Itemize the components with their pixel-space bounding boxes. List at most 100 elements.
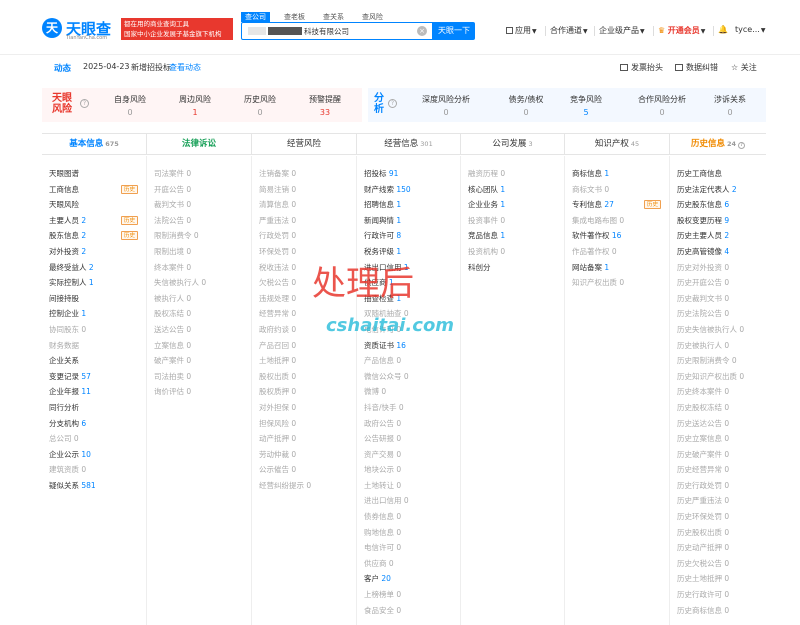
list-item[interactable]: 竞品信息 1 bbox=[461, 228, 564, 244]
list-item[interactable]: 担保风险 0 bbox=[252, 416, 356, 432]
list-item[interactable]: 历史高管镜像 4 bbox=[670, 244, 766, 260]
list-item[interactable]: 股权质押 0 bbox=[252, 384, 356, 400]
list-item[interactable]: 主要人员 2 历史 bbox=[42, 213, 146, 229]
list-item[interactable]: 历史立案信息 0 bbox=[670, 431, 766, 447]
list-item[interactable]: 司法拍卖 0 bbox=[147, 369, 251, 385]
search-button[interactable]: 天眼一下 bbox=[433, 22, 475, 40]
list-item[interactable]: 企业年报 11 bbox=[42, 384, 146, 400]
view-dynamics-link[interactable]: 查看动态 bbox=[169, 62, 201, 73]
nav-apps[interactable]: 应用▼ bbox=[506, 25, 537, 36]
list-item[interactable]: 对外担保 0 bbox=[252, 400, 356, 416]
list-item[interactable]: 融资历程 0 bbox=[461, 166, 564, 182]
tab-development[interactable]: 公司发展 3 bbox=[461, 134, 565, 155]
list-item[interactable]: 终本案件 0 bbox=[147, 260, 251, 276]
list-item[interactable]: 历史法院公告 0 bbox=[670, 306, 766, 322]
list-item[interactable]: 招投标 91 bbox=[357, 166, 460, 182]
list-item[interactable]: 网站备案 1 bbox=[565, 260, 669, 276]
follow-button[interactable]: ☆ 关注 bbox=[731, 62, 757, 73]
tab-history[interactable]: 历史信息 24? bbox=[670, 134, 766, 155]
tab-ip[interactable]: 知识产权 45 bbox=[565, 134, 670, 155]
list-item[interactable]: 历史知识产权出质 0 bbox=[670, 369, 766, 385]
analysis-litigation[interactable]: 涉诉关系 0 bbox=[690, 94, 770, 117]
list-item[interactable]: 抖音/快手 0 bbox=[357, 400, 460, 416]
list-item[interactable]: 购地信息 0 bbox=[357, 525, 460, 541]
list-item[interactable]: 政府公告 0 bbox=[357, 416, 460, 432]
list-item[interactable]: 历史股东信息 6 bbox=[670, 197, 766, 213]
list-item[interactable]: 裁判文书 0 bbox=[147, 197, 251, 213]
list-item[interactable]: 投资事件 0 bbox=[461, 213, 564, 229]
list-item[interactable]: 债券信息 0 bbox=[357, 509, 460, 525]
list-item[interactable]: 土地抵押 0 bbox=[252, 353, 356, 369]
tab-basic-info[interactable]: 基本信息 675 bbox=[42, 134, 147, 155]
help-icon[interactable]: ? bbox=[388, 99, 397, 108]
list-item[interactable]: 破产案件 0 bbox=[147, 353, 251, 369]
list-item[interactable]: 软件著作权 16 bbox=[565, 228, 669, 244]
list-item[interactable]: 历史失信被执行人 0 bbox=[670, 322, 766, 338]
list-item[interactable]: 开庭公告 0 bbox=[147, 182, 251, 198]
list-item[interactable]: 股权冻结 0 bbox=[147, 306, 251, 322]
list-item[interactable]: 集成电路布图 0 bbox=[565, 213, 669, 229]
list-item[interactable]: 失信被执行人 0 bbox=[147, 275, 251, 291]
risk-self[interactable]: 自身风险 0 bbox=[98, 94, 162, 117]
list-item[interactable]: 微博 0 bbox=[357, 384, 460, 400]
list-item[interactable]: 行政处罚 0 bbox=[252, 228, 356, 244]
list-item[interactable]: 变更记录 57 bbox=[42, 369, 146, 385]
list-item[interactable]: 历史终本案件 0 bbox=[670, 384, 766, 400]
list-item[interactable]: 历史行政许可 0 bbox=[670, 587, 766, 603]
list-item[interactable]: 疑似关系 581 bbox=[42, 478, 146, 494]
list-item[interactable]: 招聘信息 1 bbox=[357, 197, 460, 213]
list-item[interactable]: 历史严重违法 0 bbox=[670, 493, 766, 509]
list-item[interactable]: 行政许可 8 bbox=[357, 228, 460, 244]
list-item[interactable]: 历史土地抵押 0 bbox=[670, 571, 766, 587]
list-item[interactable]: 历史主要人员 2 bbox=[670, 228, 766, 244]
list-item[interactable]: 总公司 0 bbox=[42, 431, 146, 447]
list-item[interactable]: 同行分析 bbox=[42, 400, 146, 416]
list-item[interactable]: 商标信息 1 bbox=[565, 166, 669, 182]
help-icon[interactable]: ? bbox=[80, 99, 89, 108]
list-item[interactable]: 天眼图谱 bbox=[42, 166, 146, 182]
clear-icon[interactable]: × bbox=[417, 26, 427, 36]
list-item[interactable]: 立案信息 0 bbox=[147, 338, 251, 354]
list-item[interactable]: 历史欠税公告 0 bbox=[670, 556, 766, 572]
tab-business-risk[interactable]: 经营风险 bbox=[252, 134, 357, 155]
list-item[interactable]: 法院公告 0 bbox=[147, 213, 251, 229]
list-item[interactable]: 历史开庭公告 0 bbox=[670, 275, 766, 291]
list-item[interactable]: 企业关系 bbox=[42, 353, 146, 369]
list-item[interactable]: 对外投资 2 bbox=[42, 244, 146, 260]
list-item[interactable]: 股东信息 2 历史 bbox=[42, 228, 146, 244]
invoice-title-button[interactable]: 发票抬头 bbox=[620, 62, 663, 73]
list-item[interactable]: 历史环保处罚 0 bbox=[670, 509, 766, 525]
list-item[interactable]: 电信许可 0 bbox=[357, 540, 460, 556]
list-item[interactable]: 历史经营异常 0 bbox=[670, 462, 766, 478]
list-item[interactable]: 限制消费令 0 bbox=[147, 228, 251, 244]
search-tab-company[interactable]: 查公司 bbox=[241, 12, 270, 22]
list-item[interactable]: 限制出境 0 bbox=[147, 244, 251, 260]
list-item[interactable]: 新闻舆情 1 bbox=[357, 213, 460, 229]
analysis-deep-risk[interactable]: 深度风险分析 0 bbox=[406, 94, 486, 117]
search-tab-boss[interactable]: 查老板 bbox=[280, 12, 309, 22]
list-item[interactable]: 资产交易 0 bbox=[357, 447, 460, 463]
list-item[interactable]: 公告研报 0 bbox=[357, 431, 460, 447]
list-item[interactable]: 询价评估 0 bbox=[147, 384, 251, 400]
list-item[interactable]: 历史限制消费令 0 bbox=[670, 353, 766, 369]
list-item[interactable]: 历史动产抵押 0 bbox=[670, 540, 766, 556]
list-item[interactable]: 客户 20 bbox=[357, 571, 460, 587]
list-item[interactable]: 土地转让 0 bbox=[357, 478, 460, 494]
list-item[interactable]: 注销备案 0 bbox=[252, 166, 356, 182]
list-item[interactable]: 历史工商信息 bbox=[670, 166, 766, 182]
list-item[interactable]: 食品安全 0 bbox=[357, 603, 460, 619]
list-item[interactable]: 控制企业 1 bbox=[42, 306, 146, 322]
search-input[interactable] bbox=[304, 24, 416, 38]
list-item[interactable]: 清算信息 0 bbox=[252, 197, 356, 213]
list-item[interactable]: 科创分 bbox=[461, 260, 564, 276]
tab-legal[interactable]: 法律诉讼 bbox=[147, 134, 252, 155]
list-item[interactable]: 财务数据 bbox=[42, 338, 146, 354]
list-item[interactable]: 严重违法 0 bbox=[252, 213, 356, 229]
list-item[interactable]: 历史商标信息 0 bbox=[670, 603, 766, 619]
list-item[interactable]: 历史股权冻结 0 bbox=[670, 400, 766, 416]
list-item[interactable]: 历史对外投资 0 bbox=[670, 260, 766, 276]
search-tab-relation[interactable]: 查关系 bbox=[319, 12, 348, 22]
list-item[interactable]: 商标文书 0 bbox=[565, 182, 669, 198]
list-item[interactable]: 间接持股 bbox=[42, 291, 146, 307]
list-item[interactable]: 实际控制人 1 bbox=[42, 275, 146, 291]
